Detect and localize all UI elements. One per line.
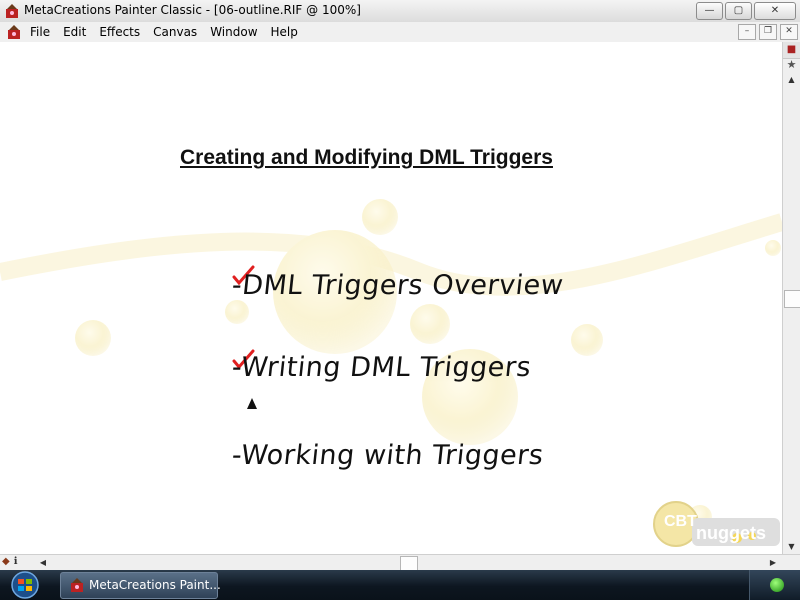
menu-edit[interactable]: Edit bbox=[63, 25, 86, 39]
horizontal-scroll-thumb[interactable] bbox=[400, 556, 418, 571]
vertical-scroll-thumb[interactable] bbox=[784, 290, 800, 308]
window-titlebar[interactable]: MetaCreations Painter Classic - [06-outl… bbox=[0, 0, 800, 23]
bullet-working-with-triggers: -Working with Triggers bbox=[230, 440, 546, 471]
color-swatch-icon[interactable]: ■ bbox=[783, 42, 800, 59]
scroll-right-button[interactable]: ▶ bbox=[766, 555, 780, 570]
start-button-icon[interactable] bbox=[6, 571, 44, 599]
close-button[interactable]: ✕ bbox=[754, 2, 796, 20]
scroll-left-button[interactable]: ◀ bbox=[36, 555, 50, 570]
logo-cbt-text: CBT bbox=[664, 513, 697, 530]
star-icon[interactable]: ★ bbox=[783, 58, 800, 72]
menu-help[interactable]: Help bbox=[271, 25, 298, 39]
system-tray bbox=[749, 570, 800, 600]
maximize-button[interactable]: ▢ bbox=[725, 2, 752, 20]
window-controls: — ▢ ✕ bbox=[696, 2, 796, 20]
minimize-button[interactable]: — bbox=[696, 2, 723, 20]
menu-file[interactable]: File bbox=[30, 25, 50, 39]
taskbar-item-painter[interactable]: MetaCreations Paint... bbox=[60, 572, 221, 599]
menu-window[interactable]: Window bbox=[210, 25, 257, 39]
network-status-icon[interactable] bbox=[770, 578, 784, 592]
menu-canvas[interactable]: Canvas bbox=[153, 25, 197, 39]
cbt-nuggets-logo: CBT nuggets bbox=[652, 500, 782, 550]
menu-effects[interactable]: Effects bbox=[99, 25, 140, 39]
bullet-writing-dml-triggers: -Writing DML Triggers bbox=[230, 352, 533, 383]
painter-app-icon bbox=[71, 578, 83, 592]
taskbar-item-label: MetaCreations Paint... bbox=[89, 578, 221, 592]
scroll-up-button[interactable]: ▲ bbox=[783, 72, 800, 87]
logo-nuggets-text: nuggets bbox=[696, 523, 766, 543]
taskbar: MetaCreations Paint... bbox=[0, 570, 800, 600]
doc-close-button[interactable]: ✕ bbox=[780, 24, 798, 40]
painting-canvas[interactable]: Creating and Modifying DML Triggers -DML… bbox=[0, 42, 782, 554]
info-icon[interactable]: ℹ bbox=[14, 556, 18, 567]
horizontal-scrollbar[interactable]: ◆ ℹ ◀ ▶ bbox=[0, 554, 800, 571]
vertical-scrollbar[interactable]: ■ ★ ▲ ▼ bbox=[782, 42, 800, 554]
scroll-down-button[interactable]: ▼ bbox=[783, 539, 800, 554]
window-title: MetaCreations Painter Classic - [06-outl… bbox=[24, 3, 361, 17]
cursor-marker-icon bbox=[247, 398, 257, 409]
document-icon[interactable] bbox=[6, 24, 22, 40]
doc-restore-button[interactable]: ❐ bbox=[759, 24, 777, 40]
bullet-dml-triggers-overview: -DML Triggers Overview bbox=[230, 270, 565, 301]
slide-title: Creating and Modifying DML Triggers bbox=[180, 146, 553, 169]
painter-app-icon bbox=[6, 4, 18, 18]
menu-bar: File Edit Effects Canvas Window Help – ❐… bbox=[0, 22, 800, 43]
brush-tool-icon[interactable]: ◆ bbox=[2, 556, 10, 567]
doc-minimize-button[interactable]: – bbox=[738, 24, 756, 40]
